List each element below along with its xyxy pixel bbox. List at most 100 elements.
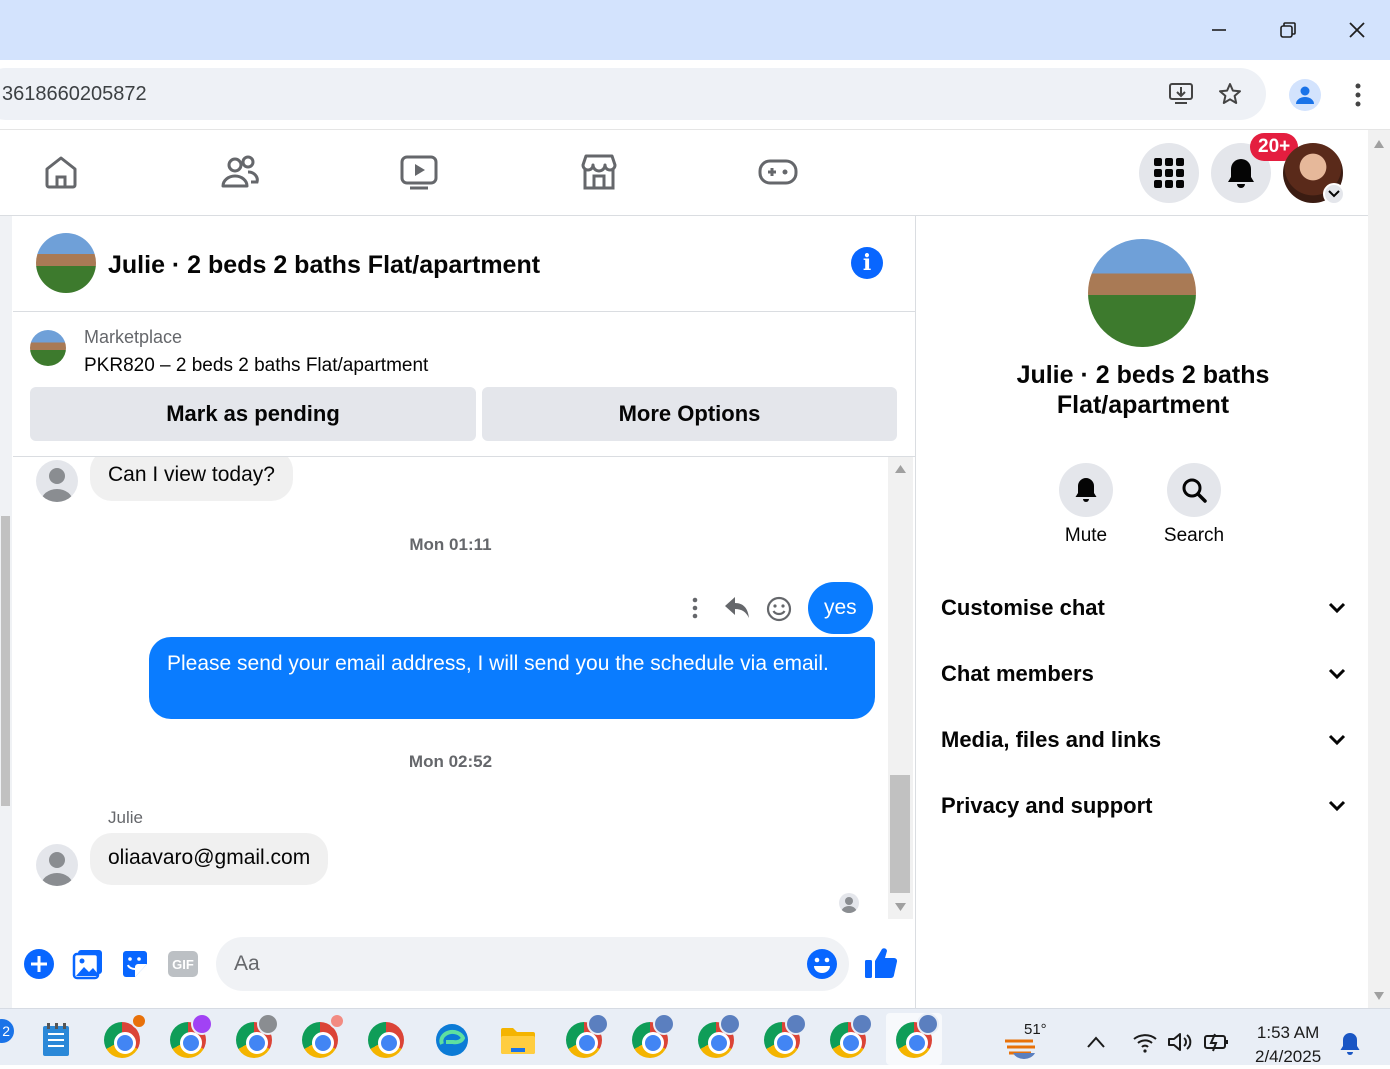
chat-details-avatar[interactable] <box>1088 239 1196 347</box>
volume-icon[interactable] <box>1167 1031 1193 1053</box>
react-emoji-icon[interactable] <box>765 595 793 623</box>
more-options-button[interactable]: More Options <box>482 387 897 441</box>
page-scrollbar[interactable] <box>1368 130 1390 1008</box>
add-plus-icon[interactable] <box>22 947 56 981</box>
chrome-profile-window-icon[interactable] <box>761 1013 807 1061</box>
message-composer: GIF <box>13 919 915 1008</box>
search-label: Search <box>1163 525 1225 546</box>
message-bubble-outgoing[interactable]: Please send your email address, I will s… <box>149 637 875 719</box>
browser-menu-icon[interactable] <box>1348 82 1368 110</box>
facebook-top-nav: 20+ <box>0 130 1368 216</box>
message-scrollbar-thumb[interactable] <box>890 775 910 893</box>
photo-gallery-icon[interactable] <box>71 947 105 981</box>
taskbar-clock[interactable]: 1:53 AM 2/4/2025 <box>1255 1021 1321 1069</box>
message-list: Can I view today? Mon 01:11 yes Please s… <box>13 457 888 919</box>
clock-time: 1:53 AM <box>1256 1023 1320 1042</box>
chat-details-title: Julie · 2 beds 2 baths Flat/apartment <box>1016 361 1270 419</box>
sticker-icon[interactable] <box>118 947 152 981</box>
tray-chevron-up-icon[interactable] <box>1086 1035 1106 1049</box>
chrome-window-icon[interactable] <box>101 1013 147 1061</box>
message-scrollbar[interactable] <box>888 457 913 919</box>
gif-icon[interactable]: GIF <box>166 947 200 981</box>
weather-temperature[interactable]: 51° <box>1024 1021 1047 1038</box>
section-customise-chat[interactable]: Customise chat <box>941 580 1346 636</box>
gaming-icon[interactable] <box>758 152 798 192</box>
chevron-down-icon <box>1328 668 1346 680</box>
battery-charging-icon[interactable] <box>1203 1031 1231 1053</box>
wifi-icon[interactable] <box>1132 1031 1158 1053</box>
windows-taskbar: 2 51° 1:53 AM 2/4/2025 <box>0 1008 1390 1066</box>
install-app-icon[interactable] <box>1168 80 1196 108</box>
chevron-down-icon <box>1328 800 1346 812</box>
watch-icon[interactable] <box>399 152 439 192</box>
friends-icon[interactable] <box>220 152 260 192</box>
reply-icon[interactable] <box>723 595 751 621</box>
section-media-files-links[interactable]: Media, files and links <box>941 712 1346 768</box>
conversation-title[interactable]: Julie · 2 beds 2 baths Flat/apartment <box>108 251 540 280</box>
message-input[interactable] <box>234 937 794 991</box>
minimize-icon[interactable] <box>1203 14 1235 46</box>
chrome-profile-window-icon[interactable] <box>695 1013 741 1061</box>
close-icon[interactable] <box>1341 14 1373 46</box>
menu-grid-icon[interactable] <box>1139 143 1199 203</box>
message-bubble-incoming[interactable]: oliaavaro@gmail.com <box>90 833 329 885</box>
chrome-icon[interactable] <box>365 1019 407 1061</box>
mark-as-pending-button[interactable]: Mark as pending <box>30 387 476 441</box>
search-icon[interactable] <box>1167 463 1221 517</box>
left-panel-edge <box>0 216 12 1008</box>
chrome-window-icon[interactable] <box>233 1013 279 1061</box>
mute-button[interactable]: Mute <box>1036 463 1136 547</box>
notification-center-bell-icon[interactable] <box>1339 1032 1361 1056</box>
marketplace-icon[interactable] <box>579 152 619 192</box>
browser-profile-icon[interactable] <box>1289 79 1321 111</box>
section-chat-members[interactable]: Chat members <box>941 646 1346 702</box>
left-scrollbar-thumb[interactable] <box>1 516 10 806</box>
chrome-window-icon[interactable] <box>299 1013 345 1061</box>
file-explorer-icon[interactable] <box>497 1019 539 1061</box>
browser-titlebar <box>0 0 1390 60</box>
section-label: Media, files and links <box>941 727 1162 752</box>
conversation-avatar[interactable] <box>36 233 96 293</box>
message-timestamp: Mon 01:11 <box>409 535 492 554</box>
chat-details-panel: Julie · 2 beds 2 baths Flat/apartment Mu… <box>915 216 1368 1008</box>
chrome-window-icon[interactable] <box>167 1013 213 1061</box>
marketplace-label: Marketplace <box>84 327 183 347</box>
account-chevron-down-icon[interactable] <box>1323 183 1345 205</box>
section-label: Customise chat <box>941 595 1105 620</box>
marketplace-banner: Marketplace PKR820 – 2 beds 2 baths Flat… <box>13 312 915 457</box>
search-button[interactable]: Search <box>1144 463 1244 547</box>
address-bar[interactable]: 3618660205872 <box>0 68 1266 120</box>
edge-icon[interactable] <box>431 1019 473 1061</box>
sender-avatar[interactable] <box>36 844 78 886</box>
listing-thumbnail[interactable] <box>30 330 66 366</box>
more-actions-icon[interactable] <box>685 594 705 622</box>
browser-toolbar: 3618660205872 <box>0 60 1390 130</box>
like-thumbs-up-icon[interactable] <box>863 945 899 981</box>
sender-avatar[interactable] <box>36 460 78 502</box>
notepad-icon[interactable] <box>35 1019 77 1061</box>
info-icon[interactable]: i <box>851 247 883 279</box>
taskbar-left-badge[interactable]: 2 <box>0 1019 14 1043</box>
sender-name: Julie <box>108 808 143 827</box>
chrome-profile-window-icon[interactable] <box>629 1013 675 1061</box>
chrome-profile-window-icon[interactable] <box>563 1013 609 1061</box>
restore-icon[interactable] <box>1272 14 1304 46</box>
chrome-profile-window-icon[interactable] <box>827 1013 873 1061</box>
section-label: Chat members <box>941 661 1094 686</box>
home-icon[interactable] <box>41 152 81 192</box>
section-privacy-support[interactable]: Privacy and support <box>941 778 1346 834</box>
section-label: Privacy and support <box>941 793 1153 818</box>
message-bubble-outgoing[interactable]: yes <box>808 582 873 634</box>
listing-title[interactable]: PKR820 – 2 beds 2 baths Flat/apartment <box>84 355 428 377</box>
conversation-header: Julie · 2 beds 2 baths Flat/apartment i <box>13 216 915 312</box>
mute-label: Mute <box>1064 525 1108 546</box>
message-input-container[interactable] <box>216 937 849 991</box>
bookmark-star-icon[interactable] <box>1216 80 1244 108</box>
chevron-down-icon <box>1328 734 1346 746</box>
url-text[interactable]: 3618660205872 <box>2 83 147 106</box>
message-bubble-incoming[interactable]: Can I view today? <box>90 457 293 501</box>
chrome-profile-window-active-icon[interactable] <box>893 1013 939 1061</box>
mute-bell-icon[interactable] <box>1059 463 1113 517</box>
clock-date: 2/4/2025 <box>1255 1047 1322 1066</box>
emoji-icon[interactable] <box>806 948 838 980</box>
